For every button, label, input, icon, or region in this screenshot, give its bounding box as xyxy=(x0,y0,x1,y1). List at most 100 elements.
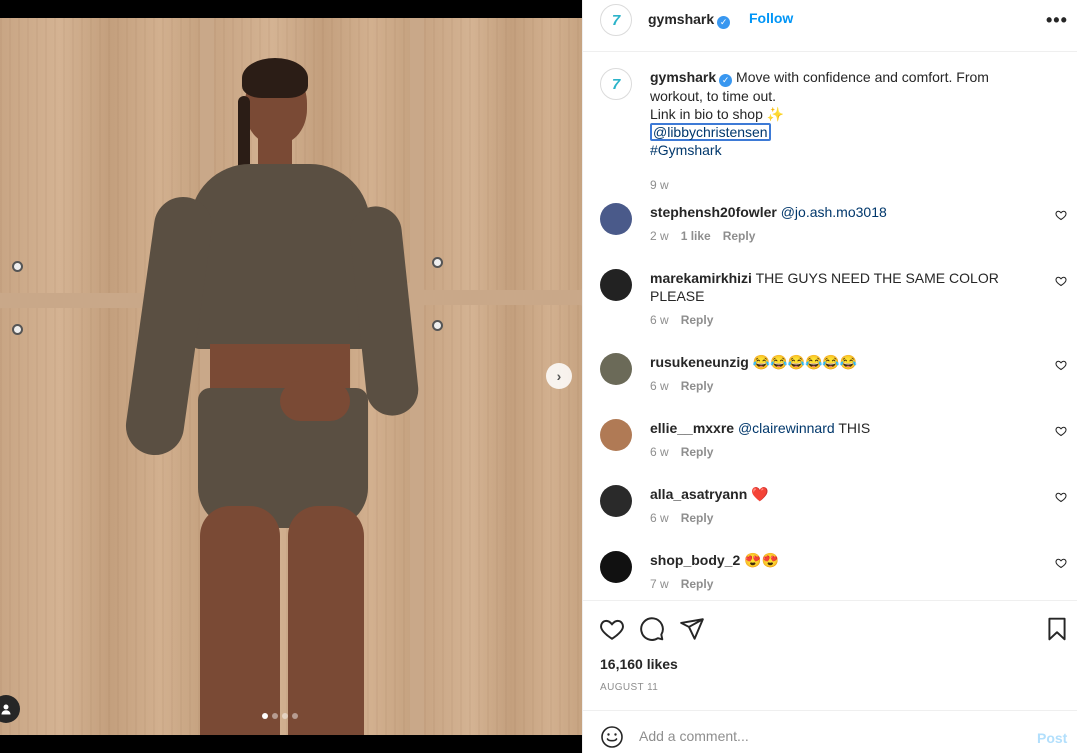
next-slide-button[interactable]: › xyxy=(546,363,572,389)
account-name[interactable]: gymshark xyxy=(648,11,714,27)
commenter-avatar[interactable] xyxy=(600,419,632,451)
more-options-icon[interactable]: ••• xyxy=(1046,10,1068,31)
like-comment-heart-icon[interactable] xyxy=(1055,359,1067,371)
comment-timestamp[interactable]: 6 w xyxy=(650,445,669,459)
comment-meta: 6 w Reply xyxy=(650,379,725,393)
reply-button[interactable]: Reply xyxy=(681,577,714,591)
reply-button[interactable]: Reply xyxy=(681,313,714,327)
comment-text: 😍😍 xyxy=(744,552,780,568)
comment-text: ❤️ xyxy=(751,486,769,502)
caption-avatar[interactable]: 7 xyxy=(600,68,632,100)
comment-timestamp[interactable]: 6 w xyxy=(650,379,669,393)
post-header: 7 gymshark ✓ Follow ••• xyxy=(583,0,1077,52)
comment-timestamp[interactable]: 6 w xyxy=(650,511,669,525)
comment-text: THIS xyxy=(838,420,871,436)
post-media[interactable]: › xyxy=(0,0,582,753)
likes-count[interactable]: 16,160 likes xyxy=(600,656,678,672)
caption-username[interactable]: gymshark xyxy=(650,69,716,85)
carousel-dot xyxy=(282,713,288,719)
share-send-icon[interactable] xyxy=(679,616,705,642)
commenter-username[interactable]: shop_body_2 xyxy=(650,552,740,568)
like-comment-heart-icon[interactable] xyxy=(1055,275,1067,287)
comment-item: shop_body_2 😍😍 7 w Reply xyxy=(600,551,1070,600)
like-comment-heart-icon[interactable] xyxy=(1055,491,1067,503)
like-comment-heart-icon[interactable] xyxy=(1055,425,1067,437)
user-icon xyxy=(1,704,11,715)
comment-body: stephensh20fowler @jo.ash.mo3018 xyxy=(650,203,1005,221)
like-heart-icon[interactable] xyxy=(599,616,625,642)
post-details-panel: 7 gymshark ✓ Follow ••• 7 gymshark ✓ Move … xyxy=(582,0,1077,753)
commenter-username[interactable]: ellie__mxxre xyxy=(650,420,734,436)
comment-item: marekamirkhizi THE GUYS NEED THE SAME CO… xyxy=(600,269,1070,335)
like-comment-heart-icon[interactable] xyxy=(1055,209,1067,221)
caption-text: gymshark ✓ Move with confidence and comfo… xyxy=(650,68,1015,159)
post-photo xyxy=(0,18,582,735)
comment-mention-link[interactable]: @jo.ash.mo3018 xyxy=(781,204,887,220)
add-comment-bar: Post xyxy=(583,710,1077,753)
commenter-username[interactable]: alla_asatryann xyxy=(650,486,747,502)
account-avatar[interactable]: 7 xyxy=(600,4,632,36)
commenter-avatar[interactable] xyxy=(600,353,632,385)
gymshark-logo-icon: 7 xyxy=(611,11,621,29)
comment-mention-link[interactable]: @clairewinnard xyxy=(738,420,835,436)
comment-timestamp[interactable]: 6 w xyxy=(650,313,669,327)
header-username[interactable]: gymshark ✓ xyxy=(648,11,731,29)
commenter-avatar[interactable] xyxy=(600,485,632,517)
reply-button[interactable]: Reply xyxy=(681,445,714,459)
commenter-avatar[interactable] xyxy=(600,551,632,583)
comment-meta: 6 w Reply xyxy=(650,313,725,327)
verified-badge-icon: ✓ xyxy=(719,74,733,87)
comment-body: alla_asatryann ❤️ xyxy=(650,485,1005,503)
caption-mention-link[interactable]: @libbychristensen xyxy=(650,123,771,141)
carousel-dot xyxy=(272,713,278,719)
bookmark-save-icon[interactable] xyxy=(1044,616,1070,642)
reply-button[interactable]: Reply xyxy=(723,229,756,243)
comment-bubble-icon[interactable] xyxy=(639,616,665,642)
post-comment-button[interactable]: Post xyxy=(1037,730,1067,746)
follow-button[interactable]: Follow xyxy=(749,10,793,26)
commenter-username[interactable]: marekamirkhizi xyxy=(650,270,752,286)
reply-button[interactable]: Reply xyxy=(681,379,714,393)
locker-knob xyxy=(432,320,443,331)
comment-body: ellie__mxxre @clairewinnard THIS xyxy=(650,419,1005,437)
comment-item: rusukeneunzig 😂😂😂😂😂😂 6 w Reply xyxy=(600,353,1070,419)
emoji-picker-icon[interactable] xyxy=(600,725,624,749)
locker-knob xyxy=(12,324,23,335)
commenter-username[interactable]: rusukeneunzig xyxy=(650,354,749,370)
caption-shop-line: Link in bio to shop ✨ xyxy=(650,106,785,122)
comment-meta: 7 w Reply xyxy=(650,577,725,591)
comment-body: marekamirkhizi THE GUYS NEED THE SAME CO… xyxy=(650,269,1005,305)
carousel-dot xyxy=(292,713,298,719)
carousel-indicator xyxy=(262,713,298,719)
comment-body: shop_body_2 😍😍 xyxy=(650,551,1005,569)
post-actions: 16,160 likes AUGUST 11 Post xyxy=(583,600,1077,753)
comment-meta: 6 w Reply xyxy=(650,445,725,459)
locker-knob xyxy=(12,261,23,272)
comment-timestamp[interactable]: 2 w xyxy=(650,229,669,243)
comment-likes[interactable]: 1 like xyxy=(681,229,711,243)
comment-item: stephensh20fowler @jo.ash.mo3018 2 w 1 li… xyxy=(600,203,1070,269)
like-comment-heart-icon[interactable] xyxy=(1055,557,1067,569)
carousel-dot xyxy=(262,713,268,719)
comment-meta: 2 w 1 like Reply xyxy=(650,229,767,243)
comment-meta: 6 w Reply xyxy=(650,511,725,525)
commenter-avatar[interactable] xyxy=(600,269,632,301)
comment-input[interactable] xyxy=(639,721,1019,751)
comment-timestamp[interactable]: 7 w xyxy=(650,577,669,591)
caption-timestamp[interactable]: 9 w xyxy=(650,178,669,192)
comment-item: ellie__mxxre @clairewinnard THIS 6 w Repl… xyxy=(600,419,1070,485)
post-date[interactable]: AUGUST 11 xyxy=(600,682,658,693)
comment-text: 😂😂😂😂😂😂 xyxy=(752,354,858,370)
chevron-right-icon: › xyxy=(556,368,562,384)
commenter-username[interactable]: stephensh20fowler xyxy=(650,204,777,220)
comment-item: alla_asatryann ❤️ 6 w Reply xyxy=(600,485,1070,551)
locker-panel xyxy=(424,18,582,290)
verified-badge-icon: ✓ xyxy=(717,16,731,29)
model-figure xyxy=(122,36,421,735)
locker-knob xyxy=(432,257,443,268)
reply-button[interactable]: Reply xyxy=(681,511,714,525)
gymshark-logo-icon: 7 xyxy=(611,75,621,93)
commenter-avatar[interactable] xyxy=(600,203,632,235)
caption-hashtag-link[interactable]: #Gymshark xyxy=(650,142,722,158)
comments-list[interactable]: 7 gymshark ✓ Move with confidence and com… xyxy=(583,53,1077,600)
